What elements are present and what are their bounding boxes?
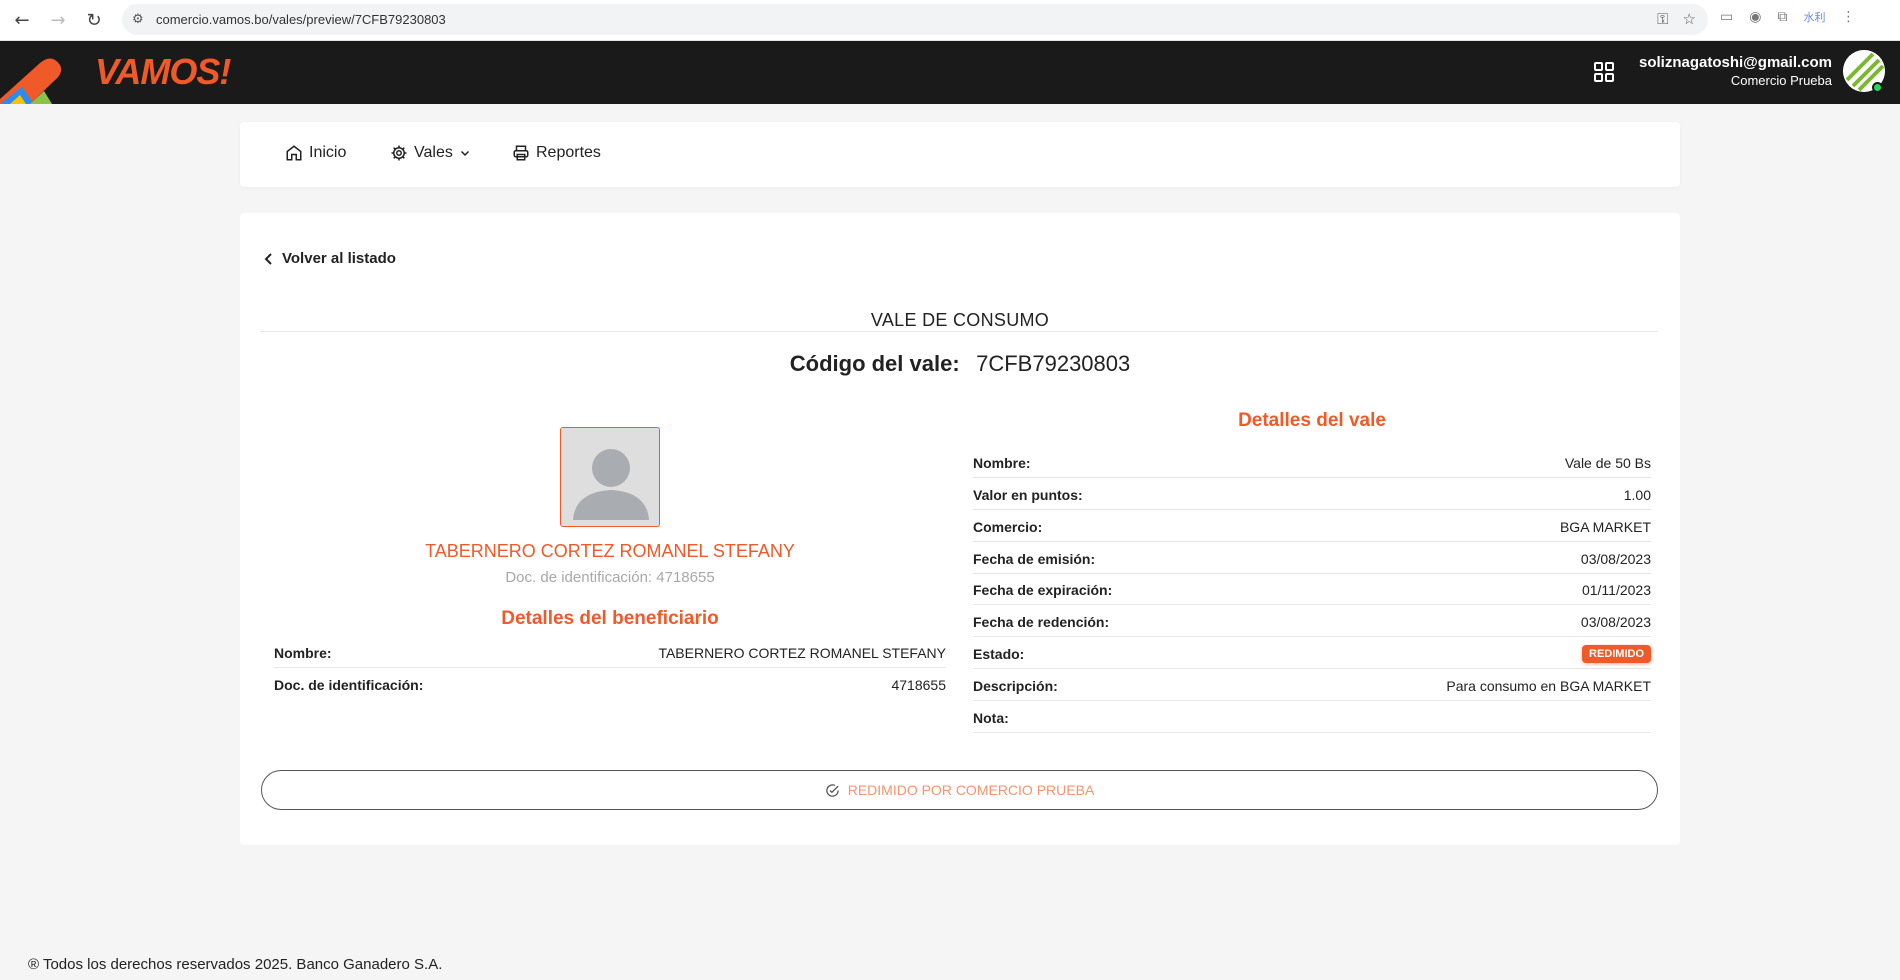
row-value: 03/08/2023 [1580, 613, 1651, 630]
gear-icon [391, 145, 407, 161]
row-label: Valor en puntos: [973, 486, 1083, 503]
brand-logo[interactable]: VAMOS! [95, 51, 231, 93]
check-circle-icon [825, 783, 839, 797]
chevron-left-icon [264, 252, 272, 265]
row-value: 03/08/2023 [1580, 550, 1651, 567]
back-to-list-link[interactable]: Volver al listado [264, 250, 396, 267]
row-label: Nombre: [274, 644, 332, 661]
beneficiary-photo [560, 427, 660, 527]
beneficiary-row-doc: Doc. de identificación: 4718655 [274, 670, 946, 700]
row-label: Estado: [973, 645, 1025, 662]
nav-home[interactable]: Inicio [285, 144, 346, 162]
person-placeholder-icon [561, 428, 659, 526]
sidebar-icon[interactable]: ▭ [1720, 9, 1733, 25]
forward-arrow-icon[interactable]: → [46, 8, 70, 32]
user-info[interactable]: soliznagatoshi@gmail.com Comercio Prueba [1639, 54, 1832, 88]
beneficiary-name: TABERNERO CORTEZ ROMANEL STEFANY [425, 541, 795, 561]
voucher-row-points: Valor en puntos: 1.00 [973, 480, 1651, 510]
back-label: Volver al listado [282, 250, 396, 267]
nav-home-label: Inicio [309, 144, 347, 161]
user-email: soliznagatoshi@gmail.com [1639, 54, 1832, 71]
row-label: Comercio: [973, 518, 1043, 535]
password-key-icon[interactable]: ⚿ [1657, 10, 1668, 28]
row-value: Vale de 50 Bs [1564, 454, 1651, 471]
back-arrow-icon[interactable]: ← [10, 8, 34, 32]
voucher-details-heading: Detalles del vale [1238, 410, 1386, 431]
online-status-dot [1872, 82, 1883, 93]
status-badge: REDIMIDO [1582, 644, 1651, 663]
voucher-row-redemption-date: Fecha de redención: 03/08/2023 [973, 607, 1651, 637]
row-label: Fecha de redención: [973, 613, 1110, 630]
brand-mark-icon [0, 41, 70, 104]
user-company: Comercio Prueba [1730, 73, 1832, 88]
extensions-area: ▭ ◉ ⧉ 水利 ⋮ [1720, 9, 1855, 25]
extensions-puzzle-icon[interactable]: ⧉ [1777, 9, 1787, 25]
voucher-code-row: Código del vale: 7CFB79230803 [240, 351, 1680, 377]
redeemed-label: REDIMIDO POR COMERCIO PRUEBA [847, 782, 1095, 798]
row-value: 4718655 [891, 677, 946, 693]
nav-reports[interactable]: Reportes [512, 144, 601, 162]
nav-vouchers[interactable]: Vales [390, 144, 471, 162]
voucher-row-merchant: Comercio: BGA MARKET [973, 512, 1651, 542]
row-value: Para consumo en BGA MARKET [1446, 677, 1651, 694]
row-label: Doc. de identificación: [274, 677, 424, 693]
voucher-row-status: Estado: REDIMIDO [973, 639, 1651, 669]
voucher-card: Volver al listado VALE DE CONSUMO Código… [240, 213, 1680, 845]
page-title: VALE DE CONSUMO [870, 310, 1050, 330]
bookmark-star-icon[interactable]: ☆ [1683, 10, 1696, 28]
reload-icon[interactable]: ↻ [82, 8, 106, 32]
address-bar[interactable]: ⚙ comercio.vamos.bo/vales/preview/7CFB79… [122, 4, 1708, 35]
redeemed-status-button[interactable]: REDIMIDO POR COMERCIO PRUEBA [261, 770, 1658, 810]
beneficiary-details-heading: Detalles del beneficiario [501, 608, 719, 629]
voucher-row-expiry-date: Fecha de expiración: 01/11/2023 [973, 575, 1651, 605]
printer-icon [513, 145, 529, 161]
row-label: Descripción: [973, 677, 1058, 694]
extension-label[interactable]: 水利 [1803, 9, 1825, 25]
browser-menu-icon[interactable]: ⋮ [1841, 9, 1855, 25]
row-label: Nombre: [973, 454, 1031, 471]
apps-grid-icon[interactable] [1593, 61, 1615, 83]
row-label: Fecha de expiración: [973, 581, 1113, 598]
nav-reports-label: Reportes [536, 144, 601, 161]
divider [260, 331, 1658, 332]
url-text: comercio.vamos.bo/vales/preview/7CFB7923… [156, 12, 446, 27]
site-info-icon[interactable]: ⚙ [132, 12, 150, 27]
row-label: Fecha de emisión: [973, 550, 1096, 567]
nav-vouchers-label: Vales [414, 144, 453, 161]
beneficiary-doc: Doc. de identificación: 4718655 [505, 569, 715, 586]
browser-toolbar: ← → ↻ ⚙ comercio.vamos.bo/vales/preview/… [0, 0, 1900, 41]
voucher-row-name: Nombre: Vale de 50 Bs [973, 448, 1651, 478]
voucher-row-description: Descripción: Para consumo en BGA MARKET [973, 671, 1651, 701]
camera-icon[interactable]: ◉ [1749, 9, 1761, 25]
voucher-code-label: Código del vale: [789, 351, 960, 376]
chevron-down-icon [460, 150, 469, 157]
voucher-row-issue-date: Fecha de emisión: 03/08/2023 [973, 544, 1651, 574]
row-value: BGA MARKET [1559, 518, 1651, 535]
row-value: TABERNERO CORTEZ ROMANEL STEFANY [658, 644, 946, 661]
voucher-row-note: Nota: [973, 703, 1651, 733]
row-value: 1.00 [1623, 486, 1651, 503]
footer-text: ® Todos los derechos reservados 2025. Ba… [28, 956, 443, 973]
row-value: 01/11/2023 [1581, 581, 1651, 598]
home-icon [286, 145, 302, 161]
voucher-code-value: 7CFB79230803 [976, 351, 1131, 376]
beneficiary-row-name: Nombre: TABERNERO CORTEZ ROMANEL STEFANY [274, 638, 946, 668]
app-header: VAMOS! soliznagatoshi@gmail.com Comercio… [0, 41, 1900, 104]
row-label: Nota: [973, 709, 1009, 726]
main-nav: Inicio Vales Reportes [240, 122, 1680, 187]
